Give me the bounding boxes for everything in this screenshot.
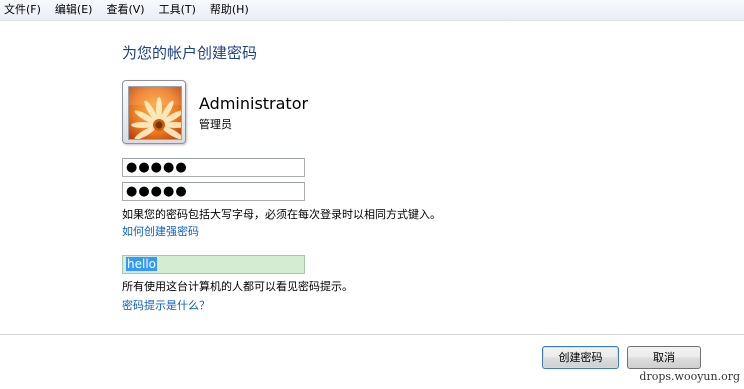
menu-tools[interactable]: 工具(T): [152, 0, 203, 20]
avatar: [122, 80, 186, 144]
create-password-button[interactable]: 创建密码: [542, 346, 619, 369]
account-name: Administrator: [199, 94, 309, 113]
strong-password-link[interactable]: 如何创建强密码: [122, 223, 199, 239]
hint-visibility-note: 所有使用这台计算机的人都可以看见密码提示。: [122, 280, 353, 293]
watermark: drops.wooyun.org: [639, 370, 740, 383]
footer-divider: [0, 334, 744, 335]
flower-picture-icon: [128, 86, 182, 140]
cancel-button[interactable]: 取消: [627, 346, 701, 369]
caps-lock-note: 如果您的密码包括大写字母，必须在每次登录时以相同方式键入。: [122, 208, 441, 221]
flower-image: [129, 87, 181, 139]
account-role: 管理员: [199, 118, 232, 131]
menu-bar: 文件(F) 编辑(E) 查看(V) 工具(T) 帮助(H): [0, 0, 744, 21]
confirm-password-field[interactable]: ●●●●●: [122, 182, 305, 201]
password-hint-help-link[interactable]: 密码提示是什么？: [122, 297, 210, 313]
menu-view[interactable]: 查看(V): [99, 0, 151, 20]
menu-edit[interactable]: 编辑(E): [48, 0, 100, 20]
password-hint-value: hello: [126, 257, 157, 271]
menu-help[interactable]: 帮助(H): [203, 0, 256, 20]
page-title: 为您的帐户创建密码: [122, 44, 258, 62]
new-password-field[interactable]: ●●●●●: [122, 158, 305, 177]
password-hint-field[interactable]: hello: [122, 255, 305, 274]
menu-file[interactable]: 文件(F): [0, 0, 48, 20]
